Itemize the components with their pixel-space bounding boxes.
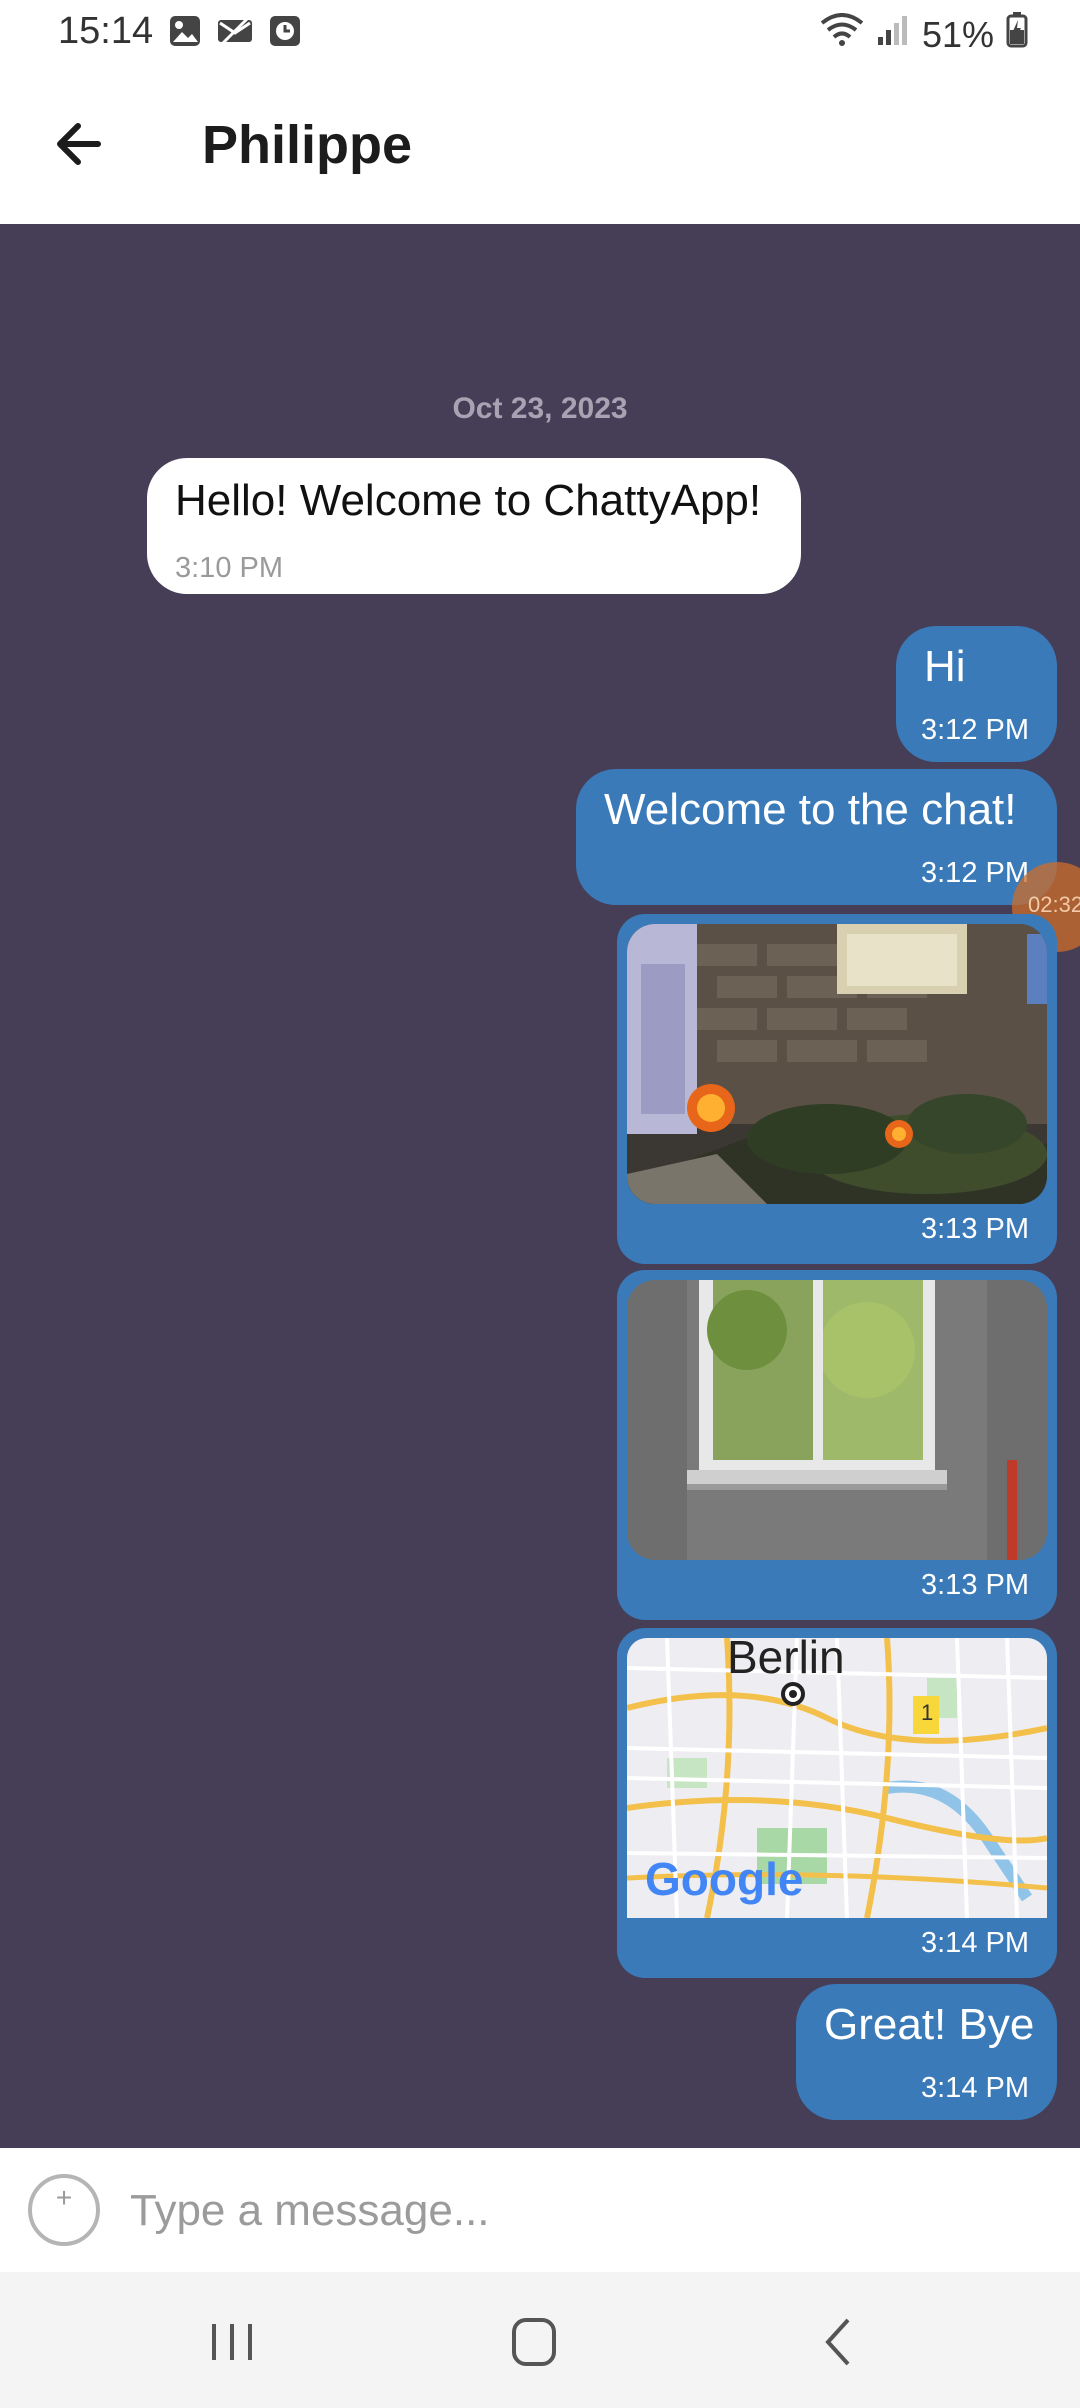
arrow-left-icon: [57, 123, 101, 165]
map-marker-label: 1: [921, 1700, 934, 1725]
message-time: 3:13 PM: [921, 1569, 1029, 1601]
battery-percent: 51%: [921, 13, 994, 55]
chat-title: Philippe: [202, 115, 413, 175]
home-icon: [512, 2318, 556, 2366]
message-time: 3:14 PM: [921, 1927, 1029, 1959]
map-brand-logo: Google: [645, 1853, 804, 1905]
status-bar: 15:14 51%: [0, 0, 1080, 70]
message-input[interactable]: [128, 2178, 1032, 2244]
message-image[interactable]: 3:13 PM: [617, 914, 1057, 1264]
chevron-left-icon: [825, 2318, 850, 2366]
date-separator: Oct 23, 2023: [452, 392, 628, 425]
message-text: Hi: [924, 642, 966, 691]
image-window[interactable]: [627, 1280, 1047, 1560]
back-button[interactable]: [48, 112, 112, 176]
battery-charging-icon: [1006, 12, 1028, 57]
image-notification-icon: [168, 14, 202, 53]
chat-area[interactable]: Oct 23, 2023 Hello! Welcome to ChattyApp…: [0, 224, 1080, 2148]
system-nav-bar: [0, 2272, 1080, 2408]
wifi-icon: [820, 13, 864, 56]
add-attachment-button[interactable]: +: [28, 2174, 100, 2246]
recent-apps-button[interactable]: [192, 2312, 272, 2372]
message-text: Great! Bye: [824, 2000, 1035, 2049]
notification-icons: [168, 14, 302, 53]
message-time: 3:12 PM: [921, 857, 1029, 889]
map-preview[interactable]: Berlin 1 Google: [627, 1638, 1047, 1918]
message-text: Hello! Welcome to ChattyApp!: [175, 476, 762, 525]
message-time: 3:12 PM: [921, 714, 1029, 746]
signal-icon: [876, 13, 910, 56]
status-right: 51%: [820, 12, 1028, 57]
message-incoming[interactable]: Hello! Welcome to ChattyApp! 3:10 PM: [147, 458, 801, 594]
message-text: Welcome to the chat!: [604, 785, 1017, 834]
message-location[interactable]: Berlin 1 Google 3:14 PM: [617, 1628, 1057, 1978]
message-outgoing[interactable]: Welcome to the chat! 3:12 PM: [576, 769, 1057, 905]
status-time: 15:14: [58, 10, 154, 52]
map-city-label: Berlin: [727, 1638, 845, 1683]
message-time: 3:10 PM: [175, 552, 283, 584]
message-outgoing[interactable]: Hi 3:12 PM: [896, 626, 1057, 762]
image-night-garden[interactable]: [627, 924, 1047, 1204]
recent-apps-icon: [212, 2324, 252, 2360]
message-time: 3:13 PM: [921, 1213, 1029, 1245]
message-image[interactable]: 3:13 PM: [617, 1270, 1057, 1620]
message-composer: +: [0, 2148, 1080, 2272]
message-outgoing[interactable]: Great! Bye 3:14 PM: [796, 1984, 1057, 2120]
home-button[interactable]: [494, 2312, 574, 2372]
mail-off-icon: [216, 14, 254, 53]
back-nav-button[interactable]: [800, 2312, 880, 2372]
message-time: 3:14 PM: [921, 2072, 1029, 2104]
clock-notification-icon: [268, 14, 302, 53]
plus-circle-icon: +: [55, 2182, 73, 2213]
app-bar: Philippe: [0, 70, 1080, 224]
